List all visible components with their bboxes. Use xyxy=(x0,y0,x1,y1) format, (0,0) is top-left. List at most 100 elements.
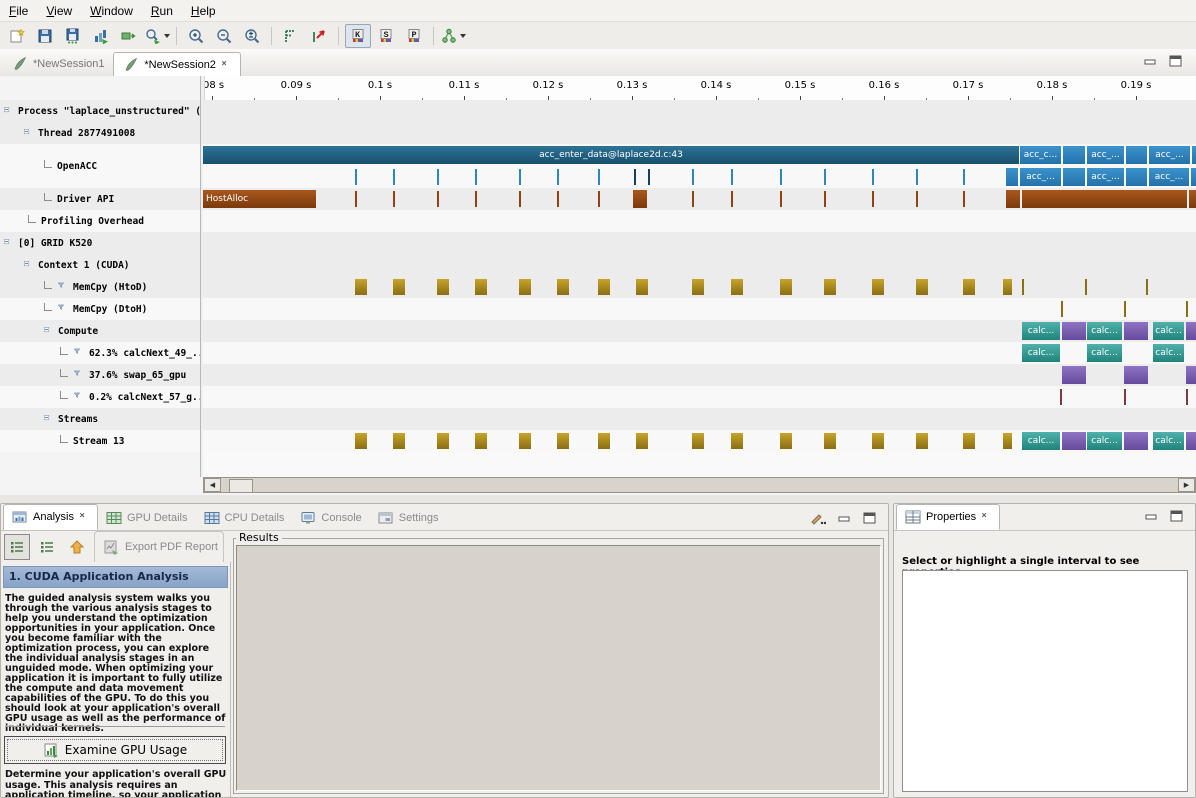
save-all-button[interactable] xyxy=(60,24,86,48)
timeline-interval[interactable] xyxy=(557,279,569,295)
minimize-icon[interactable] xyxy=(1144,56,1157,67)
new-session-button[interactable] xyxy=(4,24,30,48)
timeline-interval[interactable] xyxy=(872,191,874,207)
editor-tab-2[interactable]: *NewSession2 xyxy=(113,52,241,77)
kernel-k-button[interactable]: K xyxy=(345,24,371,48)
timeline-interval[interactable] xyxy=(648,169,650,185)
timeline-interval[interactable] xyxy=(475,169,477,185)
timeline-interval[interactable] xyxy=(437,169,439,185)
timeline-interval[interactable]: HostAlloc xyxy=(203,190,316,208)
timeline-interval[interactable] xyxy=(1186,432,1196,450)
timeline-interval[interactable] xyxy=(731,433,743,449)
dropdown-caret-icon[interactable] xyxy=(460,34,466,38)
save-button[interactable] xyxy=(32,24,58,48)
timeline-interval[interactable] xyxy=(636,279,648,295)
timeline-interval[interactable] xyxy=(1186,322,1196,340)
timeline-interval[interactable] xyxy=(824,191,826,207)
expander-minus-icon[interactable] xyxy=(44,415,53,424)
timeline-interval[interactable] xyxy=(393,169,395,185)
filter-funnel-icon[interactable] xyxy=(73,370,84,380)
minimize-icon[interactable] xyxy=(838,513,851,524)
timeline-interval[interactable]: calc... xyxy=(1153,432,1184,450)
timeline-interval[interactable] xyxy=(475,279,487,295)
timeline-interval[interactable] xyxy=(824,433,836,449)
back-up-button[interactable] xyxy=(64,534,90,560)
timeline-interval[interactable] xyxy=(1003,279,1012,295)
timeline-interval[interactable] xyxy=(916,191,918,207)
timeline-interval[interactable] xyxy=(1124,389,1126,405)
menu-item-run[interactable]: Run xyxy=(142,2,182,20)
tree-row-context-1[interactable]: Context 1 (CUDA) xyxy=(0,254,200,276)
filter-funnel-icon[interactable] xyxy=(73,392,84,402)
kernel-p-button[interactable]: P xyxy=(401,24,427,48)
expander-minus-icon[interactable] xyxy=(44,327,53,336)
zoom-in-button[interactable] xyxy=(183,24,209,48)
timeline-interval[interactable] xyxy=(1006,190,1020,208)
kernel-s-button[interactable]: S xyxy=(373,24,399,48)
panel-tab-gpu-details[interactable]: GPU Details xyxy=(98,506,196,530)
timeline-interval[interactable] xyxy=(872,169,874,185)
tree-row-compute[interactable]: Compute xyxy=(0,320,200,342)
timeline-interval[interactable] xyxy=(1126,168,1147,186)
horizontal-scrollbar[interactable]: ◀ ▶ xyxy=(203,477,1196,493)
timeline-interval[interactable] xyxy=(355,279,367,295)
analysis-graph-button[interactable] xyxy=(440,24,466,48)
timeline-interval[interactable]: calc... xyxy=(1087,344,1122,362)
menu-item-file[interactable]: File xyxy=(0,2,37,20)
tree-row-driver-api[interactable]: Driver API xyxy=(0,188,200,210)
generate-timeline-button[interactable] xyxy=(88,24,114,48)
mark-timeline-button[interactable] xyxy=(278,24,304,48)
timeline-interval[interactable] xyxy=(692,191,694,207)
panel-tab-analysis[interactable]: Analysis xyxy=(3,504,98,530)
tree-row-streams[interactable]: Streams xyxy=(0,408,200,430)
timeline-interval[interactable] xyxy=(1124,322,1148,340)
timeline-interval[interactable] xyxy=(1085,279,1087,295)
timeline-interval[interactable] xyxy=(692,433,704,449)
timeline-interval[interactable] xyxy=(963,433,975,449)
timeline-interval[interactable] xyxy=(692,279,704,295)
timeline-interval[interactable] xyxy=(557,191,559,207)
expander-minus-icon[interactable] xyxy=(24,129,33,138)
timeline-interval[interactable]: acc_... xyxy=(1020,168,1061,186)
timeline-interval[interactable]: calc... xyxy=(1022,432,1060,450)
zoom-reset-button[interactable] xyxy=(239,24,265,48)
tree-row-grid-k520[interactable]: [0] GRID K520 xyxy=(0,232,200,254)
timeline-interval[interactable] xyxy=(519,169,521,185)
timeline-interval[interactable] xyxy=(963,169,965,185)
dropdown-caret-icon[interactable] xyxy=(164,34,170,38)
timeline-interval[interactable] xyxy=(963,191,965,207)
tree-row-openacc[interactable]: OpenACC xyxy=(0,144,200,188)
timeline-interval[interactable] xyxy=(519,279,531,295)
menu-item-window[interactable]: Window xyxy=(81,2,142,20)
timeline-interval[interactable] xyxy=(636,433,648,449)
close-icon[interactable] xyxy=(981,512,991,522)
timeline-interval[interactable] xyxy=(1061,301,1063,317)
timeline-interval[interactable] xyxy=(780,433,792,449)
filter-funnel-icon[interactable] xyxy=(73,348,84,358)
timeline-interval[interactable] xyxy=(634,169,636,185)
panel-tab-console[interactable]: Console xyxy=(292,506,369,530)
timeline-interval[interactable] xyxy=(1022,279,1024,295)
timeline-interval[interactable]: acc_c... xyxy=(1020,146,1061,164)
timeline-interval[interactable] xyxy=(872,433,884,449)
timeline-interval[interactable] xyxy=(437,191,439,207)
menu-item-help[interactable]: Help xyxy=(182,2,225,20)
timeline-interval[interactable] xyxy=(393,433,405,449)
timeline-interval[interactable] xyxy=(393,279,405,295)
timeline-interval[interactable] xyxy=(916,279,928,295)
timeline-interval[interactable] xyxy=(633,190,647,208)
panel-tab-settings[interactable]: Settings xyxy=(370,506,447,530)
timeline-interval[interactable] xyxy=(1063,168,1085,186)
tree-row-kernel-swap-65[interactable]: 37.6% swap_65_gpu xyxy=(0,364,200,386)
timeline-interval[interactable] xyxy=(598,169,600,185)
filter-funnel-icon[interactable] xyxy=(57,282,68,292)
editor-tab-1[interactable]: *NewSession1 xyxy=(3,52,114,75)
timeline-interval[interactable] xyxy=(1186,366,1196,384)
unguided-analysis-button[interactable] xyxy=(34,534,60,560)
expander-minus-icon[interactable] xyxy=(4,107,13,116)
timeline-interval[interactable] xyxy=(1146,279,1148,295)
filter-funnel-icon[interactable] xyxy=(57,304,68,314)
timeline-interval[interactable] xyxy=(1062,322,1086,340)
timeline-interval[interactable]: calc... xyxy=(1153,344,1184,362)
timeline-interval[interactable] xyxy=(916,169,918,185)
